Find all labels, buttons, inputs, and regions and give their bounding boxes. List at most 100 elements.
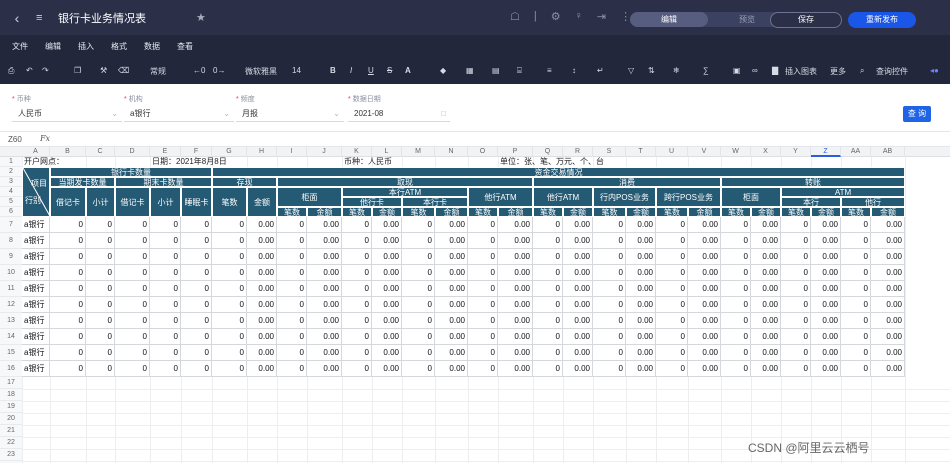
data-cell[interactable]: 0.00 <box>626 217 656 233</box>
data-cell[interactable]: 0.00 <box>871 249 905 265</box>
header-in-pos[interactable]: 行内POS业务 <box>593 187 656 207</box>
data-cell[interactable]: 0 <box>593 329 626 345</box>
data-cell[interactable]: 0.00 <box>751 281 781 297</box>
data-cell[interactable]: 0 <box>781 249 811 265</box>
insert-chart-icon[interactable]: ▇ <box>772 66 778 75</box>
data-cell[interactable]: 0 <box>841 345 871 361</box>
data-cell[interactable]: 0 <box>721 297 751 313</box>
data-cell[interactable]: a银行 <box>22 313 50 329</box>
data-cell[interactable]: 0 <box>212 233 247 249</box>
data-cell[interactable]: 0.00 <box>751 265 781 281</box>
data-cell[interactable]: 0.00 <box>247 217 277 233</box>
data-cell[interactable]: a银行 <box>22 329 50 345</box>
data-cell[interactable]: 0 <box>181 281 212 297</box>
data-cell[interactable]: 0 <box>50 217 86 233</box>
data-cell[interactable]: 0 <box>781 345 811 361</box>
search-icon[interactable]: ⌕ <box>860 66 864 76</box>
data-cell[interactable]: 0 <box>212 313 247 329</box>
data-cell[interactable]: 0 <box>150 233 181 249</box>
data-cell[interactable]: 0.00 <box>688 345 721 361</box>
column-header-u[interactable]: U <box>656 147 688 157</box>
data-cell[interactable]: 0.00 <box>626 361 656 377</box>
data-cell[interactable]: 0 <box>468 329 498 345</box>
data-cell[interactable]: 0 <box>115 313 150 329</box>
column-header-m[interactable]: M <box>402 147 435 157</box>
data-cell[interactable]: 0 <box>841 249 871 265</box>
data-cell[interactable]: 0.00 <box>307 265 342 281</box>
column-header-c[interactable]: C <box>86 147 115 157</box>
data-cell[interactable]: 0.00 <box>811 233 841 249</box>
header-atm[interactable]: ATM <box>781 187 905 197</box>
row-header-17[interactable]: 17 <box>0 377 22 389</box>
data-cell[interactable]: 0 <box>115 281 150 297</box>
data-cell[interactable]: 0 <box>212 329 247 345</box>
data-cell[interactable]: 0.00 <box>372 281 402 297</box>
data-cell[interactable]: 0.00 <box>563 233 593 249</box>
data-cell[interactable]: 0 <box>342 313 372 329</box>
data-cell[interactable]: 0 <box>656 329 688 345</box>
data-cell[interactable]: 0 <box>181 345 212 361</box>
data-cell[interactable]: 0.00 <box>498 297 533 313</box>
star-icon[interactable]: ★ <box>196 11 206 24</box>
data-cell[interactable]: 0.00 <box>751 217 781 233</box>
data-cell[interactable]: 0.00 <box>247 233 277 249</box>
data-cell[interactable]: 0 <box>468 217 498 233</box>
date-picker[interactable]: 2021-08 □ <box>348 106 450 122</box>
decimal-increase-icon[interactable]: 0→ <box>213 66 225 75</box>
header-amount[interactable]: 金额 <box>372 207 402 217</box>
align-icon[interactable]: ≡ <box>547 66 552 75</box>
header-amount[interactable]: 金额 <box>498 207 533 217</box>
data-cell[interactable]: 0.00 <box>247 265 277 281</box>
data-cell[interactable]: 0 <box>402 281 435 297</box>
header-amount[interactable]: 金额 <box>626 207 656 217</box>
data-cell[interactable]: 0 <box>533 217 563 233</box>
menu-view[interactable]: 查看 <box>177 41 193 52</box>
row-header-6[interactable]: 6 <box>0 207 22 217</box>
font-color-icon[interactable]: A <box>405 66 411 75</box>
data-cell[interactable]: 0 <box>593 313 626 329</box>
data-cell[interactable]: 0 <box>593 265 626 281</box>
data-cell[interactable]: 0 <box>342 249 372 265</box>
data-cell[interactable]: 0 <box>277 361 307 377</box>
menu-edit[interactable]: 编辑 <box>45 41 61 52</box>
data-cell[interactable]: 0 <box>781 313 811 329</box>
data-cell[interactable]: 0 <box>150 313 181 329</box>
row-header-21[interactable]: 21 <box>0 425 22 437</box>
paint-format-icon[interactable]: ⚒ <box>100 66 107 75</box>
data-cell[interactable]: 0 <box>468 297 498 313</box>
sort-icon[interactable]: ⇅ <box>648 66 655 75</box>
data-cell[interactable]: 0.00 <box>435 249 468 265</box>
data-cell[interactable]: 0.00 <box>435 329 468 345</box>
data-cell[interactable]: 0 <box>86 329 115 345</box>
data-cell[interactable]: 0 <box>277 345 307 361</box>
data-cell[interactable]: 0.00 <box>498 361 533 377</box>
data-cell[interactable]: 0 <box>86 233 115 249</box>
data-cell[interactable]: 0 <box>533 345 563 361</box>
data-cell[interactable]: 0 <box>402 297 435 313</box>
column-header-q[interactable]: Q <box>533 147 563 157</box>
data-cell[interactable]: 0.00 <box>372 249 402 265</box>
column-header-f[interactable]: F <box>181 147 212 157</box>
data-cell[interactable]: 0.00 <box>307 361 342 377</box>
data-cell[interactable]: 0 <box>115 233 150 249</box>
row-header-15[interactable]: 15 <box>0 345 22 361</box>
frequency-select[interactable]: 月报 ⌄ <box>236 106 344 122</box>
data-cell[interactable]: 0.00 <box>688 265 721 281</box>
data-cell[interactable]: 0 <box>212 265 247 281</box>
row-header-8[interactable]: 8 <box>0 233 22 249</box>
header-count[interactable]: 笔数 <box>593 207 626 217</box>
data-cell[interactable]: 0 <box>50 249 86 265</box>
column-header-j[interactable]: J <box>307 147 342 157</box>
data-cell[interactable]: 0 <box>656 233 688 249</box>
header-other-atm[interactable]: 他行ATM <box>533 187 593 207</box>
data-cell[interactable]: 0.00 <box>751 361 781 377</box>
data-cell[interactable]: 0.00 <box>688 329 721 345</box>
data-cell[interactable]: 0.00 <box>247 249 277 265</box>
text-wrap-icon[interactable]: ↵ <box>597 66 604 75</box>
data-cell[interactable]: 0 <box>277 313 307 329</box>
data-cell[interactable]: 0 <box>593 361 626 377</box>
data-cell[interactable]: 0 <box>181 249 212 265</box>
org-select[interactable]: a银行 ⌄ <box>124 106 234 122</box>
data-cell[interactable]: 0.00 <box>871 361 905 377</box>
data-cell[interactable]: 0 <box>841 217 871 233</box>
